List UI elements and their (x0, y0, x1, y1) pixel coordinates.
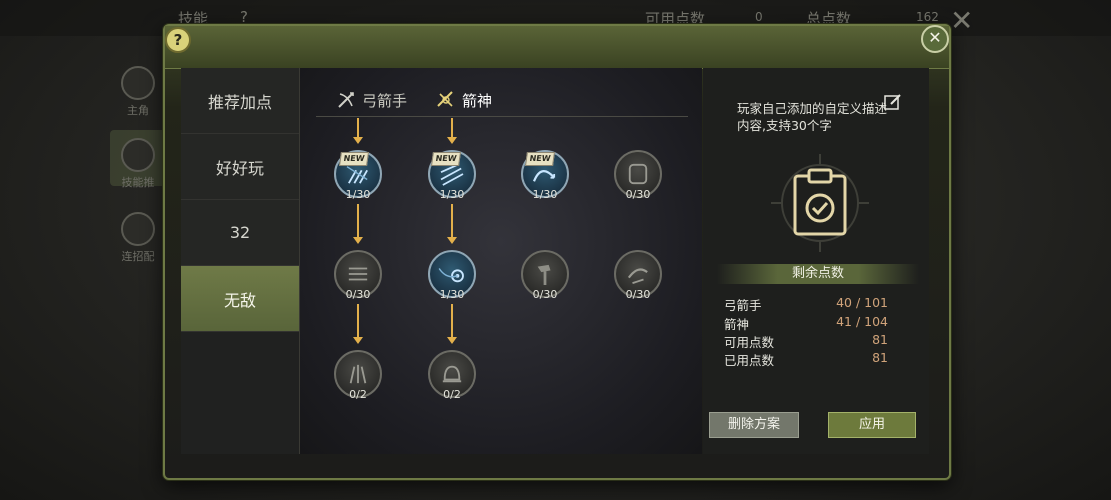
new-badge: NEW (431, 152, 461, 166)
remaining-points-title: 剩余点数 (717, 264, 919, 284)
skill-level-label: 0/30 (345, 288, 371, 301)
tree-connector-arrow (353, 118, 363, 144)
preset-tab-32[interactable]: 32 (181, 200, 299, 266)
bow-icon (338, 92, 354, 108)
plan-description: 玩家自己添加的自定义描述内容,支持30个字 (737, 101, 888, 133)
background-side-item-hero[interactable]: 主角 (108, 66, 168, 118)
class-tab-archer[interactable]: 弓箭手 (336, 86, 407, 114)
background-available-value: 0 (755, 10, 763, 24)
stat-row-arrow-god: 箭神 41 / 104 (724, 314, 888, 332)
new-badge: NEW (525, 152, 555, 166)
stat-row-used: 已用点数 81 (724, 350, 888, 368)
help-button[interactable]: ? (165, 27, 191, 53)
close-button[interactable]: ✕ (921, 25, 949, 53)
background-total-value: 162 (916, 10, 939, 24)
skill-level-label: 0/2 (349, 388, 367, 401)
skill-level-label: 1/30 (439, 288, 465, 301)
edit-icon[interactable] (884, 93, 902, 111)
background-side-item-combo[interactable]: 连招配 (108, 212, 168, 264)
lightning-icon (121, 66, 155, 100)
tree-connector-arrow (353, 304, 363, 344)
new-badge: NEW (339, 152, 369, 166)
preset-tab-invincible[interactable]: 无敌 (181, 266, 306, 332)
arrow-god-icon (437, 91, 453, 107)
stat-row-archer: 弓箭手 40 / 101 (724, 295, 888, 313)
preset-tab-fun[interactable]: 好好玩 (181, 134, 299, 200)
skill-level-label: 1/30 (439, 188, 465, 201)
apply-button[interactable]: 应用 (828, 412, 916, 438)
skill-level-label: 1/30 (532, 188, 558, 201)
skill-level-label: 0/30 (532, 288, 558, 301)
tree-connector-arrow (447, 118, 457, 144)
preset-tab-list: 推荐加点 好好玩 32 无敌 (181, 68, 306, 454)
skill-level-label: 0/2 (443, 388, 461, 401)
background-side-item-skills[interactable]: 技能推 (108, 138, 168, 190)
swirl-icon (121, 212, 155, 246)
skill-level-label: 0/30 (625, 288, 651, 301)
radiation-icon (121, 138, 155, 172)
skill-level-label: 1/30 (345, 188, 371, 201)
skill-level-label: 0/30 (625, 188, 651, 201)
dialog-header (165, 26, 949, 69)
tree-connector-arrow (447, 204, 457, 244)
delete-plan-button[interactable]: 删除方案 (709, 412, 799, 438)
stat-row-available: 可用点数 81 (724, 332, 888, 350)
class-tab-bar: 弓箭手 箭神 (316, 86, 688, 117)
preset-tab-recommended[interactable]: 推荐加点 (181, 68, 299, 134)
tree-connector-arrow (447, 304, 457, 344)
clipboard-check-icon (771, 154, 869, 252)
tree-connector-arrow (353, 204, 363, 244)
background-crossed-swords-icon: ✕ (950, 4, 974, 37)
class-tab-arrow-god[interactable]: 箭神 (436, 86, 492, 114)
